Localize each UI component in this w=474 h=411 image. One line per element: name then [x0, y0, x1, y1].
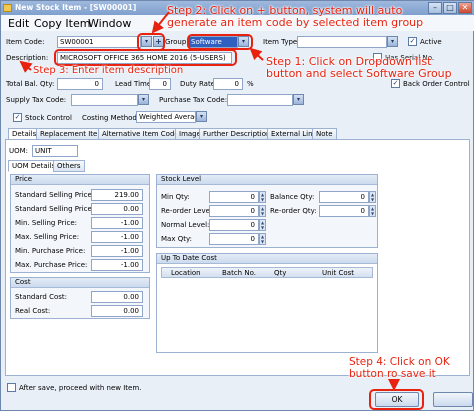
arrow-step2: [151, 11, 170, 34]
arrow-step3: [19, 60, 33, 73]
stock-item-window: New Stock Item - [SW00001] – □ ✕ Edit Co…: [0, 0, 474, 411]
annotation-arrows: [19, 11, 400, 391]
arrow-step1: [249, 47, 264, 61]
